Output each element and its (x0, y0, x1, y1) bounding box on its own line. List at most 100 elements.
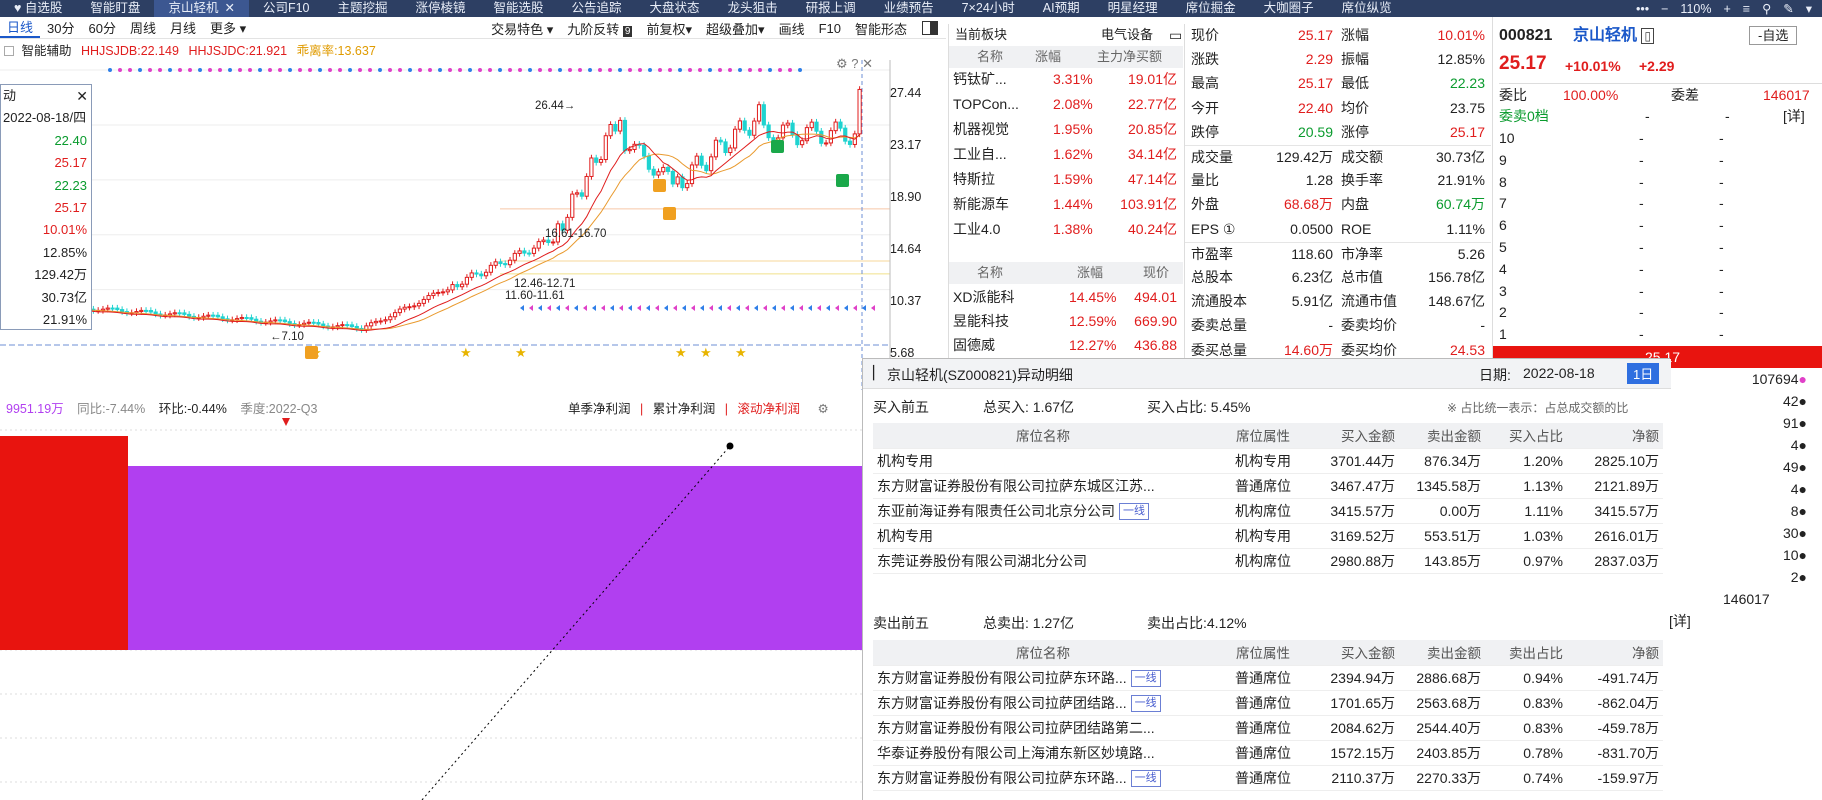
tab-seats[interactable]: 席位掘金 (1172, 0, 1250, 17)
seat-type: 普通席位 (1213, 765, 1313, 791)
sector-stock-row[interactable]: 昱能科技 12.59% 669.90 (949, 310, 1183, 332)
level-number: 9 (1499, 151, 1507, 168)
seat-name[interactable]: 机构专用 (873, 448, 1213, 474)
tab-f10[interactable]: 公司F10 (249, 0, 324, 17)
adjust-menu[interactable]: 前复权▾ (639, 19, 699, 38)
period-month[interactable]: 月线 (163, 18, 203, 37)
table-row[interactable]: 东方财富证券股份有限公司拉萨团结路第二... 普通席位 2084.62万 2544.4… (873, 715, 1663, 741)
table-row[interactable]: 机构专用 机构专用 3701.44万 876.34万 1.20% 2825.10万 (873, 448, 1663, 474)
sector-row[interactable]: 工业4.0 1.38% 40.24亿 (949, 218, 1183, 240)
more-icon[interactable]: ••• (1636, 2, 1649, 16)
menu-icon[interactable]: ≡ (1743, 2, 1750, 16)
lianxian-tag[interactable]: 一线 (1130, 695, 1161, 713)
sector-box-icon[interactable]: ▭ (1169, 24, 1182, 46)
tab-managers[interactable]: 明星经理 (1094, 0, 1172, 17)
tab-smart-watch[interactable]: 智能盯盘 (76, 0, 154, 17)
table-row[interactable]: 华泰证券股份有限公司上海浦东新区妙境路... 普通席位 1572.15万 2403.8… (873, 740, 1663, 766)
table-row[interactable]: 东方财富证券股份有限公司拉萨团结路... 一线 普通席位 1701.65万 2563.6… (873, 690, 1663, 716)
close-icon[interactable]: ✕ (76, 85, 88, 107)
date-value[interactable]: 2022-08-18 (1523, 365, 1595, 381)
tab-current-stock[interactable]: 京山轻机 ✕ (154, 0, 249, 17)
seat-name[interactable]: 东亚前海证券有限责任公司北京分公司 一线 (873, 498, 1213, 524)
lianxian-tag[interactable]: 一线 (1119, 503, 1149, 521)
cumulative-tab[interactable]: 累计净利润 (653, 402, 716, 416)
edit-icon[interactable]: ✎ (1783, 1, 1793, 16)
seat-name[interactable]: 东方财富证券股份有限公司拉萨东环路... 一线 (873, 765, 1213, 791)
bid-volume: 4● (1790, 481, 1807, 497)
period-more[interactable]: 更多 ▾ (203, 18, 253, 37)
tab-watchlist[interactable]: ♥ 自选股 (0, 0, 76, 17)
tab-announcements[interactable]: 公告追踪 (558, 0, 636, 17)
tab-limitup[interactable]: 涨停棱镜 (402, 0, 480, 17)
seat-name[interactable]: 东方财富证券股份有限公司拉萨东城区江苏... (873, 473, 1213, 499)
draw-line-button[interactable]: 画线 (772, 19, 812, 38)
copy-icon[interactable]: ▯ (1641, 28, 1655, 44)
candlestick-chart[interactable]: ★★★★★★ (0, 60, 946, 390)
smart-pattern-button[interactable]: 智能形态 (848, 19, 914, 38)
trade-feature-menu[interactable]: 交易特色 ▾ (484, 19, 560, 38)
tab-smart-select[interactable]: 智能选股 (480, 0, 558, 17)
qoq-value: 环比:-0.44% (158, 402, 227, 416)
tab-market-state[interactable]: 大盘状态 (636, 0, 714, 17)
seat-name[interactable]: 东方财富证券股份有限公司拉萨团结路... 一线 (873, 690, 1213, 716)
nine-reversal-toggle[interactable]: 九阶反转 9 (560, 19, 639, 38)
table-row[interactable]: 机构专用 机构专用 3169.52万 553.51万 1.03% 2616.01万 (873, 523, 1663, 549)
settings-icon[interactable]: ⚙ (817, 402, 828, 416)
table-row[interactable]: 东亚前海证券有限责任公司北京分公司 一线 机构席位 3415.57万 0.00万 1.11… (873, 498, 1663, 524)
seat-name[interactable]: 东方财富证券股份有限公司拉萨东环路... 一线 (873, 665, 1213, 691)
seat-name[interactable]: 机构专用 (873, 523, 1213, 549)
rolling-tab[interactable]: 滚动净利润 (737, 402, 800, 416)
tab-7x24[interactable]: 7×24小时 (948, 0, 1029, 17)
table-row[interactable]: 东方财富证券股份有限公司拉萨东环路... 一线 普通席位 2110.37万 2270.3… (873, 765, 1663, 791)
sector-row[interactable]: 新能源车 1.44% 103.91亿 (949, 193, 1183, 215)
detail-link[interactable]: [详] (1783, 105, 1805, 127)
period-60m[interactable]: 60分 (81, 18, 122, 37)
sector-stock-row[interactable]: XD派能科 14.45% 494.01 (949, 286, 1183, 308)
f10-button[interactable]: F10 (812, 21, 848, 36)
table-row[interactable]: 东莞证券股份有限公司湖北分公司 机构席位 2980.88万 143.85万 0.97% 2… (873, 548, 1663, 574)
overlay-menu[interactable]: 超级叠加▾ (699, 19, 772, 38)
sector-name[interactable]: 电气设备 (1101, 24, 1153, 46)
zoom-out-icon[interactable]: − (1661, 2, 1668, 16)
period-week[interactable]: 周线 (123, 18, 163, 37)
detail-link[interactable]: [详] (1669, 610, 1691, 632)
sell-amount: 1345.58万 (1399, 473, 1485, 499)
zoom-in-icon[interactable]: + (1723, 2, 1730, 16)
lianxian-tag[interactable]: 一线 (1130, 770, 1161, 788)
net-amount: -459.78万 (1567, 715, 1663, 741)
quote-value: 23.75 (1449, 99, 1485, 116)
tab-circle[interactable]: 大咖圈子 (1250, 0, 1328, 17)
sector-row[interactable]: 特斯拉 1.59% 47.14亿 (949, 168, 1183, 190)
indicator-checkbox[interactable] (4, 46, 14, 56)
sector-stock-row[interactable]: 固德威 12.27% 436.88 (949, 334, 1183, 356)
sector-row[interactable]: TOPCon... 2.08% 22.77亿 (949, 93, 1183, 115)
tab-research[interactable]: 研报上调 (792, 0, 870, 17)
tab-leader[interactable]: 龙头狙击 (714, 0, 792, 17)
tab-earnings[interactable]: 业绩预告 (870, 0, 948, 17)
add-watchlist-button[interactable]: -自选 (1749, 26, 1798, 45)
tab-theme[interactable]: 主题挖掘 (323, 0, 401, 17)
tab-seat-overview[interactable]: 席位纵览 (1328, 0, 1406, 17)
period-day[interactable]: 日线 (0, 17, 41, 38)
seat-name[interactable]: 东方财富证券股份有限公司拉萨团结路第二... (873, 715, 1213, 741)
sidebar-toggle-icon[interactable] (922, 21, 938, 35)
lianxian-tag[interactable]: 一线 (1130, 670, 1161, 688)
sector-row[interactable]: 机器视觉 1.95% 20.85亿 (949, 118, 1183, 140)
tab-ai[interactable]: AI预期 (1029, 0, 1094, 17)
period-1d-button[interactable]: 1日 (1627, 363, 1660, 384)
stock-name[interactable]: 京山轻机 ▯ (1573, 25, 1655, 47)
seat-type: 机构席位 (1213, 548, 1313, 574)
seat-type: 普通席位 (1213, 690, 1313, 716)
ask-level-row: 8-- (1493, 171, 1817, 193)
period-30m[interactable]: 30分 (40, 18, 81, 37)
sector-row[interactable]: 钙钛矿... 3.31% 19.01亿 (949, 68, 1183, 90)
table-row[interactable]: 东方财富证券股份有限公司拉萨东环路... 一线 普通席位 2394.94万 2886.6… (873, 665, 1663, 691)
seat-name[interactable]: 东莞证券股份有限公司湖北分公司 (873, 548, 1213, 574)
single-quarter-tab[interactable]: 单季净利润 (568, 402, 631, 416)
dropdown-icon[interactable]: ▾ (1806, 1, 1812, 16)
seat-name[interactable]: 华泰证券股份有限公司上海浦东新区妙境路... (873, 740, 1213, 766)
close-icon[interactable]: ✕ (224, 1, 234, 15)
pin-icon[interactable]: ⚲ (1762, 1, 1771, 16)
sector-row[interactable]: 工业自... 1.62% 34.14亿 (949, 143, 1183, 165)
table-row[interactable]: 东方财富证券股份有限公司拉萨东城区江苏... 普通席位 3467.47万 1345.5… (873, 473, 1663, 499)
